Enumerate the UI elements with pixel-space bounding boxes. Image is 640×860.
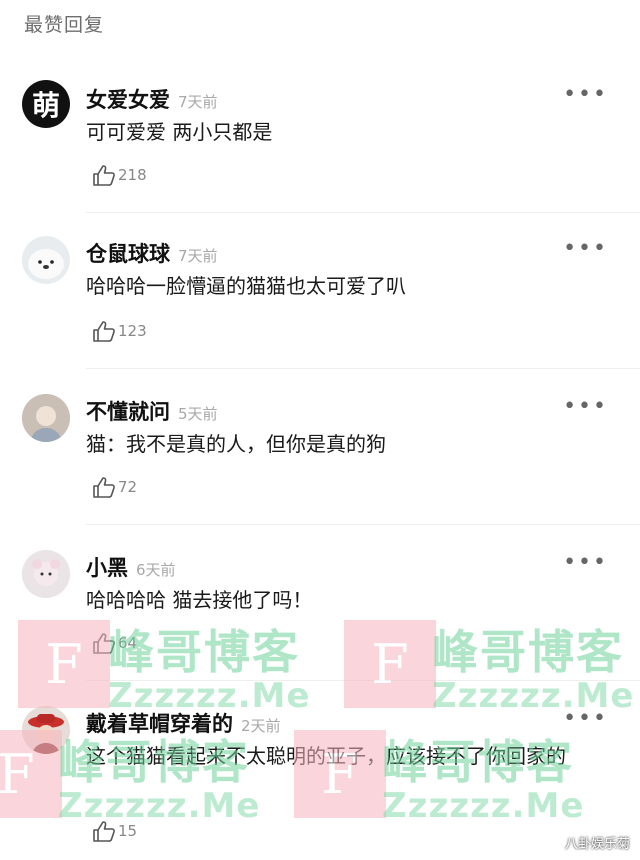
author-name[interactable]: 不懂就问 [86, 400, 170, 424]
like-button[interactable]: 64 [92, 632, 137, 654]
like-button[interactable]: 72 [92, 476, 137, 498]
thumbs-up-icon [93, 821, 115, 842]
like-button[interactable]: 123 [92, 320, 147, 342]
author-name[interactable]: 女爱女爱 [86, 88, 170, 112]
more-options-button[interactable]: ••• [563, 396, 608, 418]
comment-time: 2天前 [241, 717, 281, 735]
thumbs-up-icon [93, 633, 115, 654]
like-count: 64 [118, 634, 138, 652]
like-count: 72 [118, 478, 138, 496]
watermark-title: 峰哥博客 [432, 625, 624, 679]
plush-avatar-icon [22, 550, 70, 598]
comment-time: 5天前 [178, 405, 218, 423]
watermark-logo: F [344, 620, 436, 708]
more-options-button[interactable]: ••• [563, 238, 608, 260]
comment-author[interactable]: 仓鼠球球 7天前 [86, 238, 218, 268]
comment-time: 7天前 [178, 93, 218, 111]
more-options-button[interactable]: ••• [563, 552, 608, 574]
divider [86, 212, 640, 213]
watermark-url: Zzzzzz.Me [58, 786, 261, 826]
watermark-url: Zzzzzz.Me [382, 786, 585, 826]
comment-time: 7天前 [178, 247, 218, 265]
divider [86, 680, 640, 681]
comment-text: 哈哈哈哈 猫去接他了吗！ [86, 588, 313, 612]
section-title: 最赞回复 [24, 14, 105, 36]
divider [86, 524, 640, 525]
like-count: 218 [118, 166, 147, 184]
comment-author[interactable]: 戴着草帽穿着的 2天前 [86, 708, 281, 738]
hat-avatar-icon [22, 706, 70, 754]
author-name[interactable]: 仓鼠球球 [86, 242, 170, 266]
like-button[interactable]: 218 [92, 164, 147, 186]
comment-text: 这个猫猫看起来不太聪明的亚子，应该接不了你回家的 [86, 744, 566, 768]
comment-author[interactable]: 小黑 6天前 [86, 552, 176, 582]
avatar[interactable] [22, 236, 70, 284]
like-count: 123 [118, 322, 147, 340]
thumbs-up-icon [93, 477, 115, 498]
seal-avatar-icon [28, 249, 64, 279]
like-count: 15 [118, 822, 138, 840]
avatar[interactable] [22, 706, 70, 754]
thumbs-up-icon [93, 321, 115, 342]
avatar[interactable] [22, 550, 70, 598]
author-name[interactable]: 戴着草帽穿着的 [86, 712, 233, 736]
avatar[interactable]: 萌 [22, 80, 70, 128]
portrait-avatar-icon [22, 394, 70, 442]
comment-text: 猫：我不是真的人，但你是真的狗 [86, 432, 386, 456]
comment-time: 6天前 [136, 561, 176, 579]
comment-author[interactable]: 女爱女爱 7天前 [86, 84, 218, 114]
divider [86, 368, 640, 369]
comment-text: 哈哈哈一脸懵逼的猫猫也太可爱了叭 [86, 274, 406, 298]
like-button[interactable]: 15 [92, 820, 137, 842]
comment-text: 可可爱爱 两小只都是 [86, 120, 273, 144]
avatar[interactable] [22, 394, 70, 442]
comment-author[interactable]: 不懂就问 5天前 [86, 396, 218, 426]
corner-watermark: 八卦娱乐菊 [564, 837, 630, 852]
author-name[interactable]: 小黑 [86, 556, 128, 580]
thumbs-up-icon [93, 165, 115, 186]
avatar-text: 萌 [31, 89, 60, 122]
more-options-button[interactable]: ••• [563, 84, 608, 106]
more-options-button[interactable]: ••• [563, 708, 608, 730]
